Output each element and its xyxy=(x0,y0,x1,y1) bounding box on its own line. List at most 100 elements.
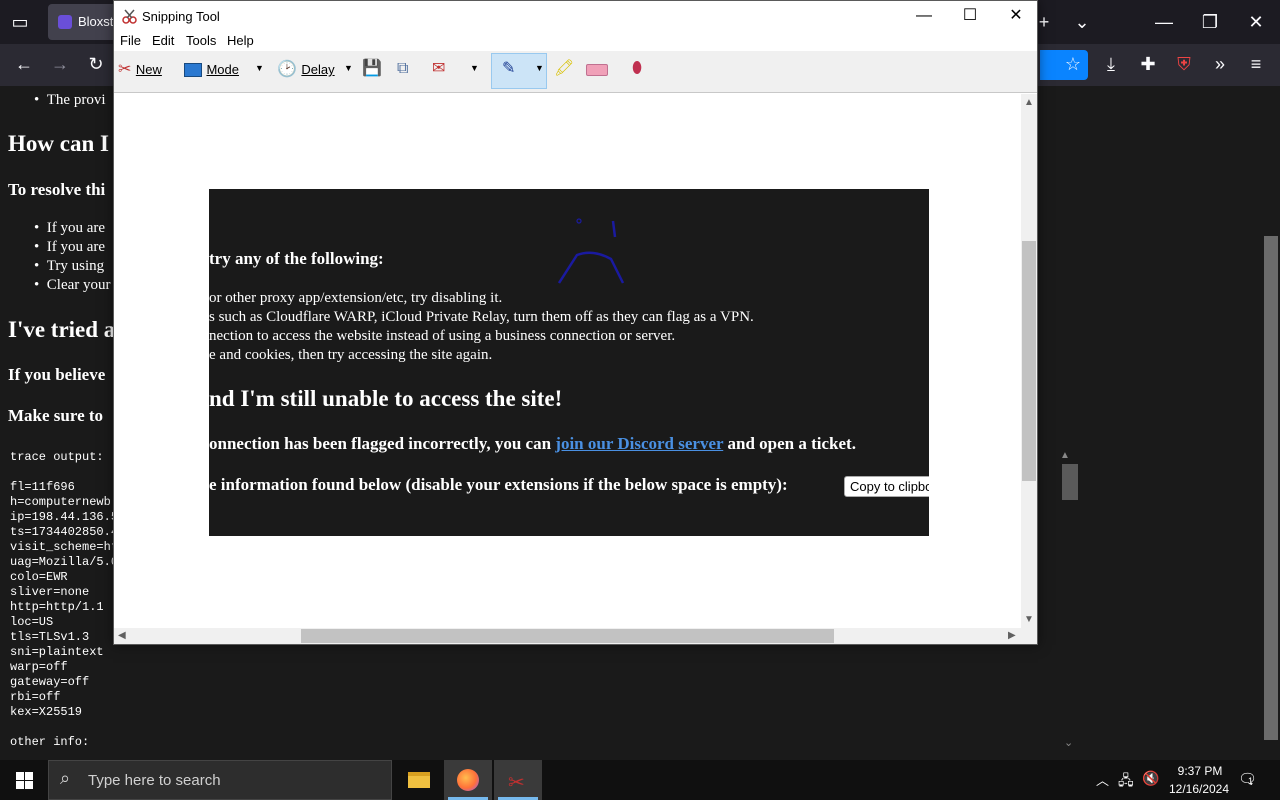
trace-line: warp=off xyxy=(10,660,68,674)
trace-line: colo=EWR xyxy=(10,570,68,584)
search-placeholder: Type here to search xyxy=(88,772,221,789)
inner-scroll-up-icon[interactable]: ▲ xyxy=(1060,450,1070,461)
save-icon[interactable]: 💾 xyxy=(362,60,382,78)
copy-icon[interactable]: ⧉ xyxy=(397,60,408,78)
trace-line: visit_scheme=ht xyxy=(10,540,119,554)
tab-list-chevron-icon[interactable]: ⌄ xyxy=(1070,12,1094,32)
trace-line: tls=TLSv1.3 xyxy=(10,630,90,644)
mode-dropdown-icon[interactable]: ▼ xyxy=(255,63,264,73)
new-button[interactable]: ✂ New xyxy=(118,61,162,79)
new-snip-icon: ✂ xyxy=(118,61,132,78)
tab-favicon-icon xyxy=(58,15,72,29)
windows-logo-icon xyxy=(16,772,33,789)
heading-tried: I've tried a xyxy=(8,317,116,342)
scroll-left-icon[interactable]: ◀ xyxy=(118,630,126,641)
taskbar-firefox[interactable] xyxy=(444,760,492,800)
scroll-up-icon[interactable]: ▲ xyxy=(1024,97,1034,108)
trace-label: trace output: xyxy=(10,450,104,464)
start-button[interactable] xyxy=(0,760,48,800)
minimize-icon[interactable]: — xyxy=(1152,12,1176,32)
paint3d-icon[interactable]: ⬮ xyxy=(632,60,642,78)
scroll-right-icon[interactable]: ▶ xyxy=(1008,630,1016,641)
reload-icon[interactable]: ↻ xyxy=(84,54,108,74)
trace-line: gateway=off xyxy=(10,675,90,689)
close-icon[interactable]: ✕ xyxy=(1244,12,1268,32)
restore-icon[interactable]: ❐ xyxy=(1198,12,1222,32)
other-info-label: other info: xyxy=(10,735,90,749)
bold-make-sure: Make sure to xyxy=(8,406,104,425)
capture-flagged-line: onnection has been flagged incorrectly, … xyxy=(209,434,856,453)
capture-bullet: nection to access the website instead of… xyxy=(209,328,676,344)
list-item: • Clear your xyxy=(34,277,111,293)
tray-overflow-chevron-icon[interactable]: ︿ xyxy=(1096,770,1109,789)
trace-line: sliver=none xyxy=(10,585,90,599)
delay-dropdown-icon[interactable]: ▼ xyxy=(344,63,353,73)
bold-resolve: To resolve thi xyxy=(8,180,106,199)
taskbar-file-explorer[interactable] xyxy=(394,760,442,800)
capture-bullet: s such as Cloudflare WARP, iCloud Privat… xyxy=(209,309,754,325)
snip-horizontal-thumb[interactable] xyxy=(301,629,834,643)
ublock-icon[interactable]: ⛨ xyxy=(1172,54,1196,74)
eraser-icon[interactable] xyxy=(586,64,608,76)
back-icon[interactable]: ← xyxy=(12,54,36,74)
clock-icon: 🕑 xyxy=(277,61,297,78)
trace-line: http=http/1.1 xyxy=(10,600,104,614)
taskbar-snipping-tool[interactable]: ✂ xyxy=(494,760,542,800)
list-item: • If you are xyxy=(34,239,106,255)
snip-toolbar xyxy=(114,51,1037,93)
maximize-button[interactable]: ☐ xyxy=(947,1,993,31)
capture-copy-button: Copy to clipbo xyxy=(844,476,929,497)
notification-count: 1 xyxy=(1248,776,1254,786)
snipping-tool-window: Snipping Tool — ☐ ✕ File Edit Tools Help… xyxy=(113,0,1038,645)
delay-button[interactable]: 🕑 Delay xyxy=(277,61,335,79)
pen-drawing xyxy=(557,218,625,284)
list-item: • Try using xyxy=(34,258,105,274)
inner-scrollbar-thumb[interactable] xyxy=(1062,464,1078,500)
heading-how: How can I xyxy=(8,131,109,156)
extensions-icon[interactable]: ✚ xyxy=(1136,54,1160,74)
scroll-down-icon[interactable]: ▼ xyxy=(1024,614,1034,625)
menu-tools[interactable]: Tools xyxy=(186,33,216,48)
bold-believe: If you believe xyxy=(8,365,106,384)
page-scrollbar-thumb[interactable] xyxy=(1264,236,1278,740)
notification-center-button[interactable]: 🗨 1 xyxy=(1238,770,1257,788)
minimize-button[interactable]: — xyxy=(901,1,947,31)
menu-icon[interactable]: ≡ xyxy=(1244,54,1268,74)
capture-heading: nd I'm still unable to access the site! xyxy=(209,386,563,411)
close-button[interactable]: ✕ xyxy=(993,1,1039,31)
volume-muted-icon[interactable]: 🔇 xyxy=(1142,770,1159,787)
search-icon: ⌕ xyxy=(60,768,71,788)
mode-button[interactable]: Mode xyxy=(184,61,239,79)
capture-info-line: e information found below (disable your … xyxy=(209,475,788,494)
trace-line: sni=plaintext xyxy=(10,645,104,659)
capture-try-line: try any of the following: xyxy=(209,249,384,268)
trace-line: ts=1734402850.4 xyxy=(10,525,119,539)
network-icon[interactable]: 🖧 xyxy=(1118,770,1134,794)
menu-edit[interactable]: Edit xyxy=(152,33,174,48)
mode-icon xyxy=(184,62,202,77)
overflow-icon[interactable]: » xyxy=(1208,54,1232,74)
clock-date[interactable]: 12/16/2024 xyxy=(1164,782,1234,796)
title-bar[interactable] xyxy=(114,1,1037,31)
download-icon[interactable]: ⤓ xyxy=(1099,54,1123,74)
trace-line: h=computernewb. xyxy=(10,495,119,509)
clock-time[interactable]: 9:37 PM xyxy=(1172,764,1228,778)
window-title: Snipping Tool xyxy=(142,9,220,24)
menu-help[interactable]: Help xyxy=(227,33,254,48)
firefox-icon xyxy=(457,769,479,791)
capture-bullet: e and cookies, then try accessing the si… xyxy=(209,347,493,363)
send-snip-icon[interactable]: ✉ xyxy=(432,60,445,78)
snip-vertical-thumb[interactable] xyxy=(1022,241,1036,481)
trace-line: ip=198.44.136.5 xyxy=(10,510,119,524)
bookmark-star-icon[interactable]: ☆ xyxy=(1061,54,1085,74)
highlighter-icon[interactable]: 🖍 xyxy=(554,60,574,78)
browser-tab-label: Bloxstr xyxy=(78,14,118,29)
tab-overview-icon[interactable]: ▭ xyxy=(8,12,32,32)
send-dropdown-icon[interactable]: ▼ xyxy=(470,63,479,73)
forward-icon[interactable]: → xyxy=(48,54,72,74)
pen-dropdown-icon[interactable]: ▼ xyxy=(535,63,544,73)
menu-file[interactable]: File xyxy=(120,33,141,48)
inner-scroll-down-icon[interactable]: ⌄ xyxy=(1064,736,1073,749)
scissors-icon xyxy=(122,9,137,24)
trace-output[interactable]: fl=11f696 h=computernewb. ip=198.44.136.… xyxy=(10,480,118,720)
